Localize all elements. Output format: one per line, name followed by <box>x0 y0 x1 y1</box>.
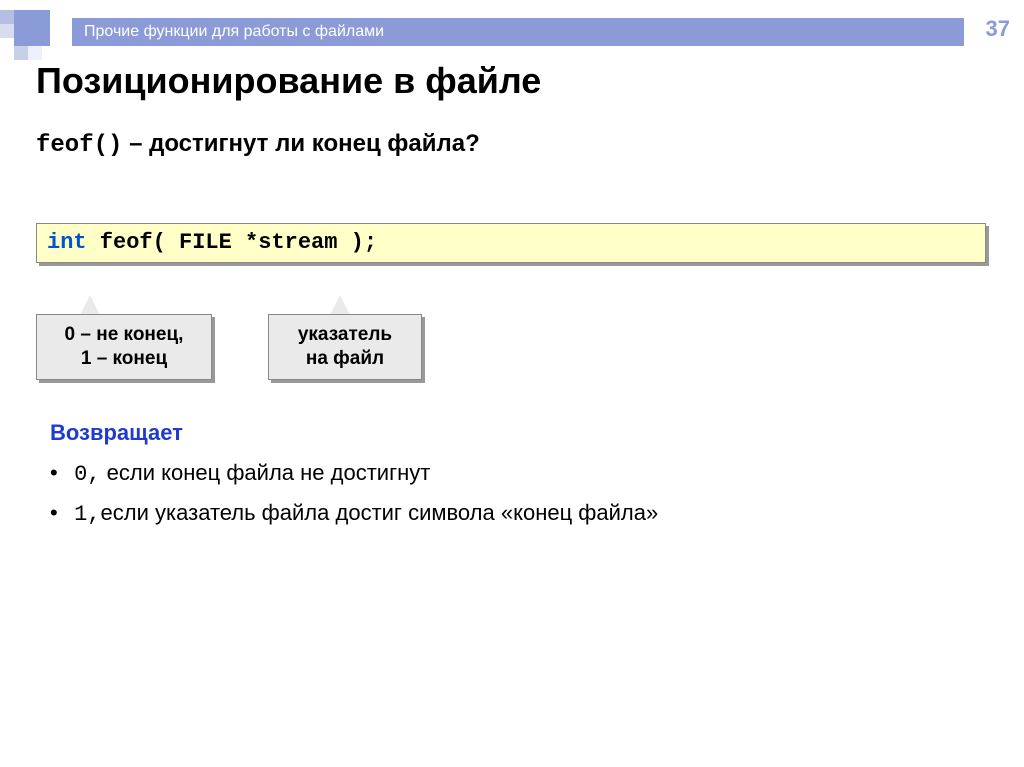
callout-pointer-icon <box>80 295 100 315</box>
signature-rest: feof( FILE *stream ); <box>87 230 377 255</box>
bullet-text: если указатель файла достиг символа «кон… <box>101 500 659 525</box>
callout-line: 1 – конец <box>53 347 195 371</box>
keyword-int: int <box>47 230 87 255</box>
function-signature-box: int feof( FILE *stream ); <box>36 223 986 263</box>
bullet-dot-icon: • <box>50 460 68 486</box>
callout-line: указатель <box>285 323 405 347</box>
bullet-item: • 1,если указатель файла достиг символа … <box>50 500 658 527</box>
page-number: 37 <box>986 16 1010 42</box>
feof-code-token: feof() <box>36 132 122 159</box>
logo-squares-icon <box>0 10 64 58</box>
callout-return-value: 0 – не конец, 1 – конец <box>36 314 212 380</box>
returns-label: Возвращает <box>50 420 183 446</box>
topbar: Прочие функции для работы с файлами 37 <box>0 10 1024 44</box>
callout-stream-param: указатель на файл <box>268 314 422 380</box>
bullet-code: 0, <box>74 462 100 487</box>
bullet-code: 1, <box>74 502 100 527</box>
page-title: Позиционирование в файле <box>36 60 541 102</box>
bullet-text: если конец файла не достигнут <box>101 460 431 485</box>
callout-pointer-icon <box>330 295 350 315</box>
bullet-dot-icon: • <box>50 500 68 526</box>
sub-heading-text: – достигнут ли конец файла? <box>122 130 479 157</box>
slide: Прочие функции для работы с файлами 37 П… <box>0 0 1024 767</box>
callout-line: 0 – не конец, <box>53 323 195 347</box>
callout-line: на файл <box>285 347 405 371</box>
bullet-item: • 0, если конец файла не достигнут <box>50 460 430 487</box>
section-title: Прочие функции для работы с файлами <box>72 18 964 46</box>
sub-heading: feof() – достигнут ли конец файла? <box>36 130 480 159</box>
